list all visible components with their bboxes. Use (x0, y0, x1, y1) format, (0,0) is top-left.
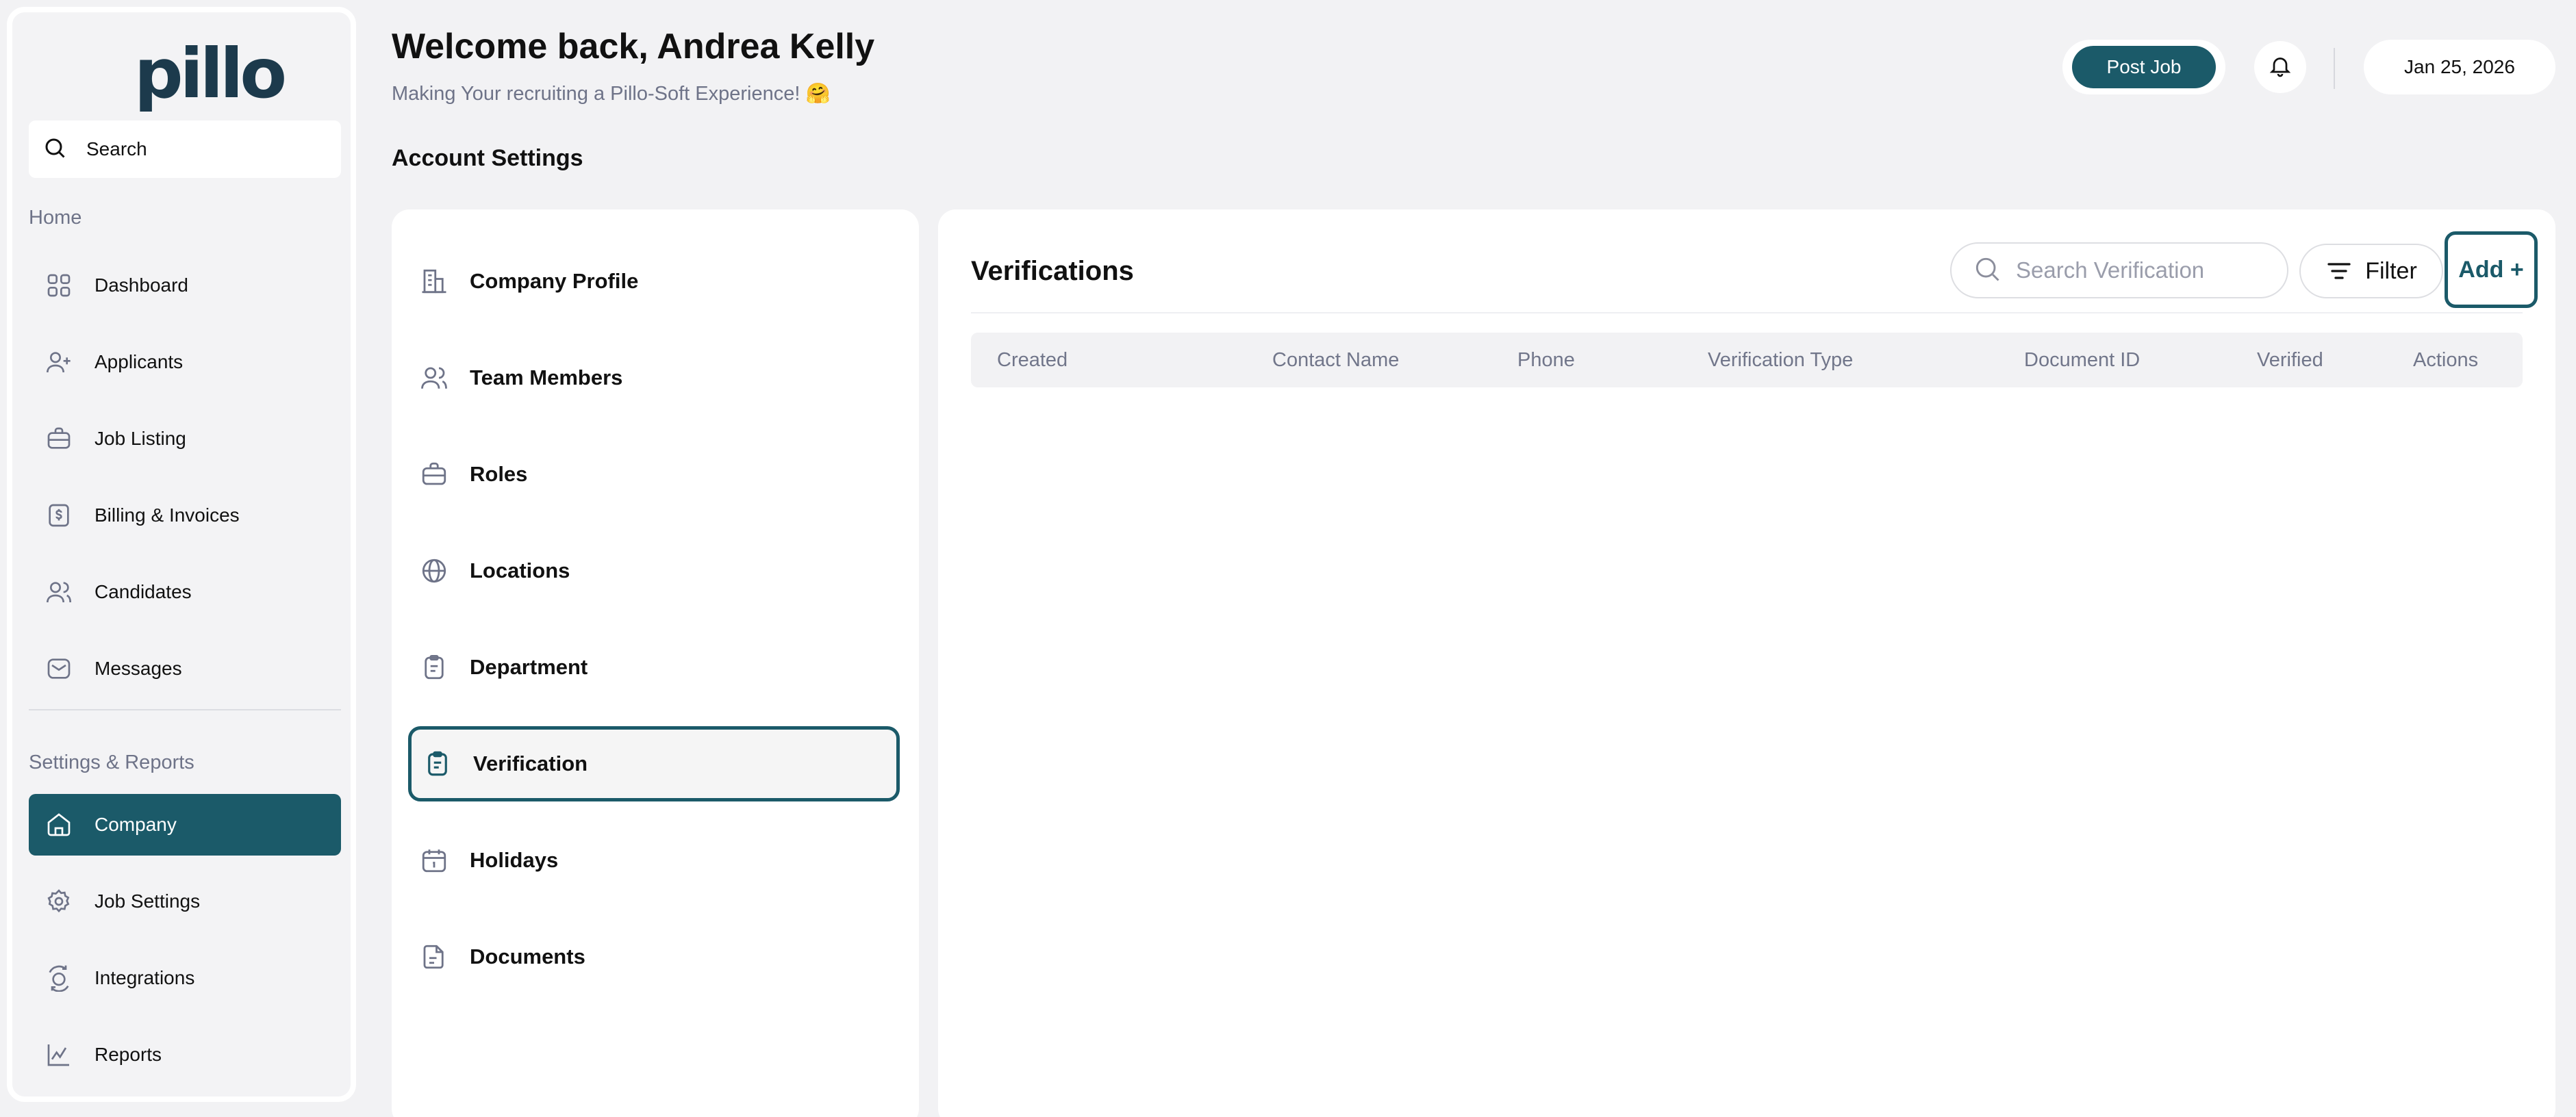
sidebar-item-label: Messages (94, 658, 182, 679)
sidebar-item-candidates[interactable]: Candidates (29, 561, 341, 623)
notifications-button[interactable] (2254, 41, 2306, 93)
sidebar-item-messages[interactable]: Messages (29, 638, 341, 699)
bell-icon (2268, 53, 2293, 81)
sidebar-item-integrations[interactable]: Integrations (29, 947, 341, 1009)
verification-search-input[interactable] (2016, 257, 2276, 283)
settings-item-locations[interactable]: Locations (408, 533, 900, 608)
verifications-title: Verifications (971, 256, 1134, 286)
settings-item-company-profile[interactable]: Company Profile (408, 244, 900, 319)
settings-item-label: Holidays (470, 848, 559, 872)
settings-item-documents[interactable]: Documents (408, 919, 900, 994)
column-header-document-id[interactable]: Document ID (2024, 333, 2140, 387)
column-header-verification-type[interactable]: Verification Type (1708, 333, 1853, 387)
settings-item-label: Locations (470, 558, 570, 582)
sidebar: pillo Search Home Dashboard Applicants J… (7, 7, 356, 1102)
welcome-title: Welcome back, Andrea Kelly (392, 27, 875, 66)
chart-icon (44, 1040, 74, 1070)
column-header-created[interactable]: Created (997, 333, 1068, 387)
settings-item-label: Verification (473, 752, 588, 775)
panel-divider (971, 312, 2523, 313)
dollar-icon (44, 500, 74, 530)
filter-button[interactable]: Filter (2299, 244, 2443, 298)
settings-item-label: Documents (470, 945, 585, 968)
filter-icon (2325, 257, 2353, 285)
home-icon (44, 810, 74, 840)
mail-icon (44, 654, 74, 684)
sidebar-item-label: Company (94, 814, 177, 835)
verification-search[interactable] (1950, 242, 2288, 298)
filter-label: Filter (2365, 257, 2417, 284)
column-header-verified[interactable]: Verified (2257, 333, 2323, 387)
settings-item-roles[interactable]: Roles (408, 437, 900, 512)
grid-icon (44, 270, 74, 300)
date-display: Jan 25, 2026 (2364, 40, 2555, 94)
gear-icon (44, 886, 74, 916)
sidebar-item-label: Integrations (94, 967, 195, 988)
integration-icon (44, 963, 74, 993)
settings-item-department[interactable]: Department (408, 630, 900, 705)
settings-item-label: Roles (470, 462, 528, 486)
briefcase-icon (419, 459, 449, 489)
sidebar-item-label: Dashboard (94, 274, 188, 296)
settings-item-team-members[interactable]: Team Members (408, 340, 900, 415)
settings-menu: Company Profile Team Members Roles Locat… (392, 209, 919, 1117)
sidebar-divider (29, 709, 341, 710)
pillo-logo[interactable]: pillo (134, 40, 287, 108)
users-icon (44, 577, 74, 607)
sidebar-item-label: Applicants (94, 351, 184, 372)
home-section-label: Home (29, 207, 82, 229)
welcome-subtitle: Making Your recruiting a Pillo-Soft Expe… (392, 83, 831, 105)
settings-item-label: Company Profile (470, 269, 639, 293)
sidebar-item-label: Reports (94, 1044, 162, 1065)
calendar-icon (419, 845, 449, 875)
column-header-actions[interactable]: Actions (2413, 333, 2478, 387)
clipboard-check-icon (422, 749, 453, 779)
clipboard-icon (419, 652, 449, 682)
sidebar-item-billing[interactable]: Billing & Invoices (29, 485, 341, 546)
user-plus-icon (44, 347, 74, 377)
column-header-phone[interactable]: Phone (1517, 333, 1575, 387)
sidebar-item-job-settings[interactable]: Job Settings (29, 871, 341, 932)
building-icon (419, 266, 449, 296)
sidebar-search-label: Search (86, 138, 147, 159)
sidebar-item-label: Candidates (94, 581, 192, 602)
settings-section-label: Settings & Reports (29, 752, 194, 773)
sidebar-item-label: Billing & Invoices (94, 504, 240, 526)
search-icon (42, 136, 67, 164)
settings-item-verification[interactable]: Verification (408, 726, 900, 801)
document-icon (419, 942, 449, 972)
post-job-wrapper: Post Job (2062, 40, 2225, 94)
settings-item-holidays[interactable]: Holidays (408, 823, 900, 898)
search-icon (1972, 254, 2002, 287)
post-job-button[interactable]: Post Job (2072, 46, 2216, 88)
briefcase-icon (44, 424, 74, 454)
sidebar-item-dashboard[interactable]: Dashboard (29, 255, 341, 316)
verifications-panel: Verifications Filter Add + Created Conta… (938, 209, 2555, 1117)
sidebar-item-job-listing[interactable]: Job Listing (29, 408, 341, 470)
column-header-contact-name[interactable]: Contact Name (1272, 333, 1399, 387)
globe-icon (419, 556, 449, 586)
header-divider (2334, 48, 2335, 89)
settings-item-label: Team Members (470, 365, 623, 389)
verifications-table-header: Created Contact Name Phone Verification … (971, 333, 2523, 387)
sidebar-search[interactable]: Search (29, 120, 341, 178)
sidebar-item-company[interactable]: Company (29, 794, 341, 856)
team-icon (419, 363, 449, 393)
sidebar-item-applicants[interactable]: Applicants (29, 331, 341, 393)
settings-item-label: Department (470, 655, 588, 679)
add-verification-button[interactable]: Add + (2445, 231, 2538, 308)
sidebar-item-label: Job Listing (94, 428, 186, 449)
page-title: Account Settings (392, 145, 583, 171)
sidebar-item-reports[interactable]: Reports (29, 1024, 341, 1086)
sidebar-item-label: Job Settings (94, 890, 201, 912)
